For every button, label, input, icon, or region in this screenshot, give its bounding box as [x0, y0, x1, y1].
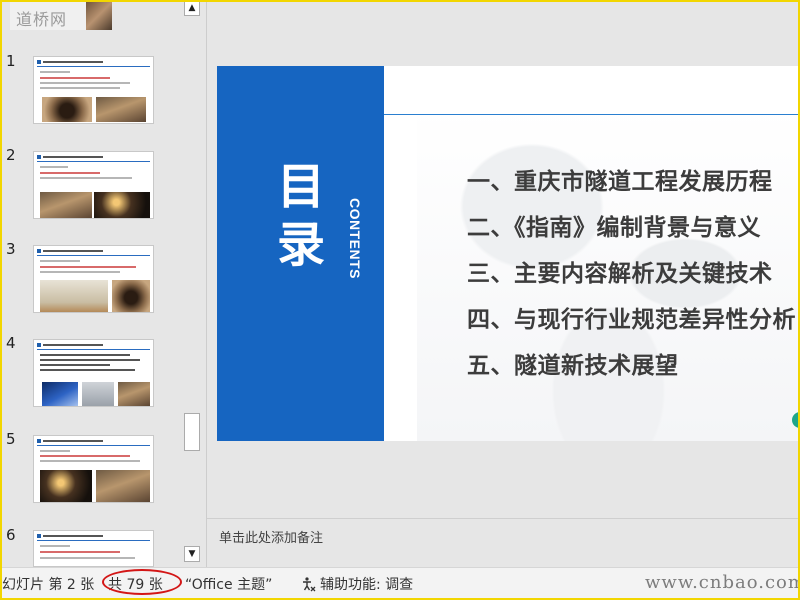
title-rule — [384, 114, 800, 115]
thumbnail-photo — [94, 192, 150, 218]
toc-item[interactable]: 一、重庆市隧道工程发展历程 — [467, 162, 796, 208]
notes-placeholder[interactable]: 单击此处添加备注 — [219, 527, 323, 546]
table-of-contents: 一、重庆市隧道工程发展历程 二、《指南》编制背景与意义 三、主要内容解析及关键技… — [467, 162, 796, 392]
accessibility-icon[interactable] — [300, 576, 316, 592]
slide-title-char: 目 — [277, 159, 326, 215]
thumbnail-photo — [40, 280, 108, 312]
scroll-up-button[interactable]: ▲ — [184, 0, 200, 16]
highlight-ellipse — [102, 569, 182, 595]
thumbnail-photo — [96, 97, 146, 122]
slide-thumbnail-4[interactable] — [33, 339, 154, 407]
toc-item[interactable]: 五、隧道新技术展望 — [467, 346, 796, 392]
notes-divider[interactable] — [207, 518, 800, 519]
toc-item[interactable]: 三、主要内容解析及关键技术 — [467, 254, 796, 300]
slide-thumbnail-1[interactable] — [33, 56, 154, 124]
toc-item[interactable]: 二、《指南》编制背景与意义 — [467, 208, 796, 254]
slide-thumbnail-6[interactable] — [33, 530, 154, 567]
thumbnail-photo — [42, 97, 92, 122]
slide-thumbnail-3[interactable] — [33, 245, 154, 313]
thumbnail-photo — [82, 382, 114, 406]
contents-label: CONTENTS — [347, 198, 363, 279]
thumbnail-number: 3 — [6, 240, 16, 258]
watermark-logo-text: 道桥网 — [16, 10, 68, 29]
slide-thumbnail-pane[interactable]: 道桥网 1 2 3 4 5 6 — [0, 0, 182, 567]
slide-title-char: 录 — [277, 217, 326, 273]
scrollbar-thumb[interactable] — [184, 413, 200, 451]
slide-thumbnail-partial[interactable]: 道桥网 — [10, 0, 112, 30]
thumbnail-number: 2 — [6, 146, 16, 164]
thumbnail-scrollbar[interactable]: ▲ ▼ — [182, 0, 202, 567]
thumbnail-photo — [40, 470, 92, 502]
thumbnail-photo — [86, 0, 112, 30]
slide-thumbnail-5[interactable] — [33, 435, 154, 503]
thumbnail-photo — [112, 280, 150, 312]
accessibility-status[interactable]: 辅助功能: 调查 — [320, 574, 413, 594]
thumbnail-photo — [40, 192, 92, 218]
slide-thumbnail-2[interactable] — [33, 151, 154, 219]
watermark-url: www.cnbao.com — [645, 572, 800, 593]
thumbnail-photo — [118, 382, 150, 406]
thumbnail-number: 4 — [6, 334, 16, 352]
slide-position: 幻灯片 第 2 张 — [2, 577, 95, 593]
thumbnail-photo — [42, 382, 78, 406]
thumbnail-number: 6 — [6, 526, 16, 544]
current-slide[interactable]: 目 录 CONTENTS 一、重庆市隧道工程发展历程 二、《指南》编制背景与意义… — [217, 66, 800, 441]
scroll-down-button[interactable]: ▼ — [184, 546, 200, 562]
thumbnail-number: 5 — [6, 430, 16, 448]
theme-name[interactable]: “Office 主题” — [185, 574, 272, 594]
slide-editor[interactable]: 目 录 CONTENTS 一、重庆市隧道工程发展历程 二、《指南》编制背景与意义… — [207, 0, 800, 518]
thumbnail-number: 1 — [6, 52, 16, 70]
title-side-panel: 目 录 CONTENTS — [217, 66, 384, 441]
thumbnail-photo — [96, 470, 150, 502]
toc-item[interactable]: 四、与现行行业规范差异性分析 — [467, 300, 796, 346]
